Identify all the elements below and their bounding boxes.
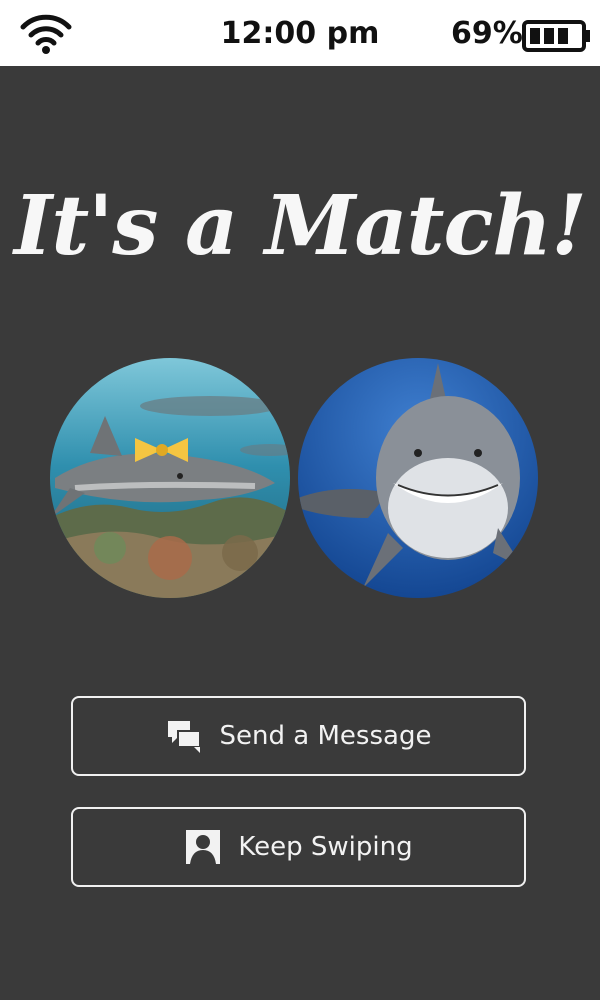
- battery-icon: [522, 20, 590, 52]
- battery-percent: 69%: [451, 16, 523, 51]
- left-profile-photo[interactable]: [50, 358, 290, 598]
- keep-swiping-button[interactable]: Keep Swiping: [71, 807, 526, 887]
- right-profile-photo[interactable]: [298, 358, 538, 598]
- person-silhouette-icon: [186, 830, 221, 864]
- keep-swiping-label: Keep Swiping: [238, 832, 413, 862]
- match-title: It's a Match!: [13, 178, 587, 274]
- keep-swiping-button-content: Keep Swiping: [73, 809, 524, 885]
- send-message-button[interactable]: Send a Message: [71, 696, 526, 776]
- chat-bubbles-icon: [167, 721, 201, 753]
- status-bar: 12:00 pm 69%: [0, 0, 600, 66]
- send-message-button-content: Send a Message: [73, 698, 524, 774]
- send-message-label: Send a Message: [219, 721, 432, 751]
